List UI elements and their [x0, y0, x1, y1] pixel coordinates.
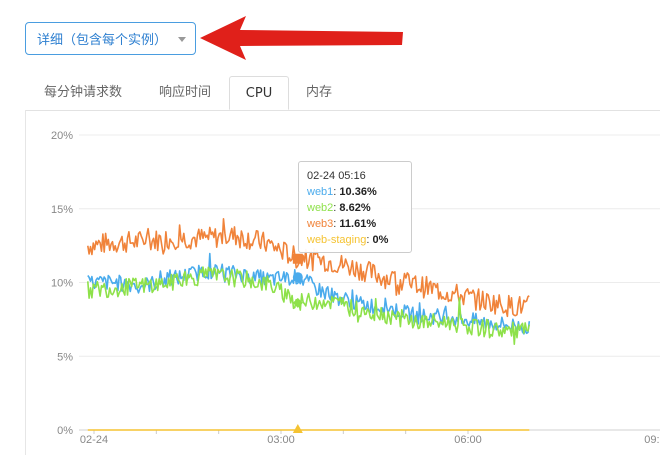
tab-response-time[interactable]: 响应时间: [143, 76, 227, 110]
tab-cpu[interactable]: CPU: [229, 76, 289, 110]
tooltip-series-value: 11.61%: [339, 218, 377, 230]
dropdown-label: 详细（包含每个实例）: [37, 33, 168, 48]
tab-requests-per-minute[interactable]: 每分钟请求数: [33, 76, 133, 110]
tooltip-row-web2: web2: 8.62%: [307, 202, 371, 214]
tooltip-time: 02-24 05:16: [307, 170, 366, 182]
tooltip-series-value: 8.62%: [339, 202, 371, 214]
tooltip-row-web-staging: web-staging: 0%: [307, 234, 389, 246]
tooltip-series-name: web3: [307, 218, 334, 230]
arrow-shape: [200, 16, 403, 60]
tooltip-row-web3: web3: 11.61%: [307, 218, 377, 230]
tooltip-series-name: web1: [307, 186, 334, 198]
tooltip-row-web1: web1: 10.36%: [307, 186, 377, 198]
annotation-arrow-icon: [200, 16, 403, 60]
tab-memory[interactable]: 内存: [295, 76, 343, 110]
tooltip-series-name: web-staging: [307, 234, 367, 246]
chart-tooltip: 02-24 05:16 web1: 10.36% web2: 8.62% web…: [298, 161, 412, 253]
instance-detail-dropdown[interactable]: 详细（包含每个实例）: [25, 22, 196, 55]
chevron-down-icon: [178, 37, 186, 42]
tooltip-series-value: 0%: [372, 234, 389, 246]
metric-tabs: 每分钟请求数 响应时间 CPU 内存: [25, 76, 660, 111]
tooltip-series-value: 10.36%: [339, 186, 377, 198]
tooltip-series-name: web2: [307, 202, 334, 214]
